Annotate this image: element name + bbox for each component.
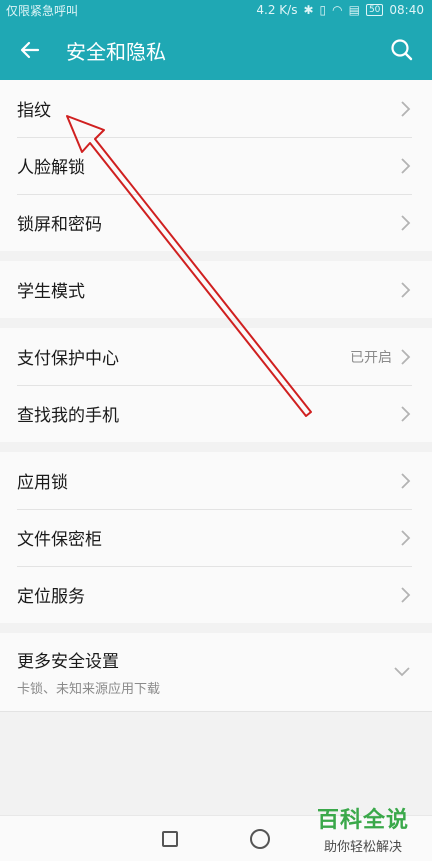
row-location-services[interactable]: 定位服务 [0,566,432,623]
search-icon [391,39,413,61]
carrier-text: 仅限紧急呼叫 [6,3,79,18]
row-more-security-settings[interactable]: 更多安全设置 卡锁、未知来源应用下载 [0,633,432,711]
settings-group: 支付保护中心 已开启 查找我的手机 [0,328,432,442]
chevron-right-icon [401,214,411,231]
vibrate-icon: ▯ [319,3,327,17]
search-button[interactable] [372,20,432,80]
settings-group: 学生模式 [0,261,432,318]
chevron-right-icon [401,586,411,603]
recents-button[interactable] [162,830,178,847]
row-lock-screen-password[interactable]: 锁屏和密码 [0,194,432,251]
arrow-left-icon [20,41,40,59]
row-label: 指纹 [17,101,51,121]
row-subtitle: 卡锁、未知来源应用下载 [17,682,161,697]
chevron-right-icon [401,281,411,298]
settings-list: 指纹 人脸解锁 锁屏和密码 学生模式 支付保护中心 已开启 查找我的手机 应用锁… [0,80,432,722]
row-app-lock[interactable]: 应用锁 [0,452,432,509]
watermark-slogan: 助你轻松解决 [323,840,402,855]
settings-group: 指纹 人脸解锁 锁屏和密码 [0,80,432,251]
row-find-my-phone[interactable]: 查找我的手机 [0,385,432,442]
chevron-right-icon [401,100,411,117]
row-face-unlock[interactable]: 人脸解锁 [0,137,432,194]
row-status-value: 已开启 [350,349,392,366]
settings-group: 更多安全设置 卡锁、未知来源应用下载 [0,633,432,712]
chevron-right-icon [401,157,411,174]
row-label: 支付保护中心 [17,349,119,369]
network-speed: 4.2 K/s [256,3,298,17]
watermark: 百科全说 助你轻松解决 [304,802,422,855]
wifi-icon: ◠ [332,3,343,17]
chevron-right-icon [401,405,411,422]
row-label: 锁屏和密码 [17,215,102,235]
watermark-logo-text: 百科全说 [316,808,409,833]
battery-icon: 50 [365,4,384,16]
row-student-mode[interactable]: 学生模式 [0,261,432,318]
row-fingerprint[interactable]: 指纹 [0,80,432,137]
row-text: 更多安全设置 卡锁、未知来源应用下载 [17,647,392,697]
row-file-safe[interactable]: 文件保密柜 [0,509,432,566]
row-label: 文件保密柜 [17,530,102,550]
chevron-down-icon [394,667,410,677]
app-bar: 安全和隐私 [0,20,432,80]
status-bar: 仅限紧急呼叫 4.2 K/s ✱ ▯ ◠ ▤ 50 08:40 [0,0,432,20]
row-label: 更多安全设置 [17,652,119,672]
home-button[interactable] [250,828,270,849]
row-label: 学生模式 [17,282,85,302]
chevron-right-icon [401,472,411,489]
chevron-right-icon [401,529,411,546]
sim-icon: ▤ [348,3,360,17]
chevron-right-icon [401,348,411,365]
row-label: 应用锁 [17,473,68,493]
clock: 08:40 [389,3,424,17]
status-indicators: 4.2 K/s ✱ ▯ ◠ ▤ 50 08:40 [256,3,424,17]
row-label: 人脸解锁 [17,158,85,178]
settings-group: 应用锁 文件保密柜 定位服务 [0,452,432,623]
row-label: 定位服务 [17,587,85,607]
page-title: 安全和隐私 [66,39,166,64]
back-button[interactable] [0,20,60,80]
bluetooth-icon: ✱ [303,3,314,17]
row-label: 查找我的手机 [17,406,119,426]
row-payment-protection[interactable]: 支付保护中心 已开启 [0,328,432,385]
